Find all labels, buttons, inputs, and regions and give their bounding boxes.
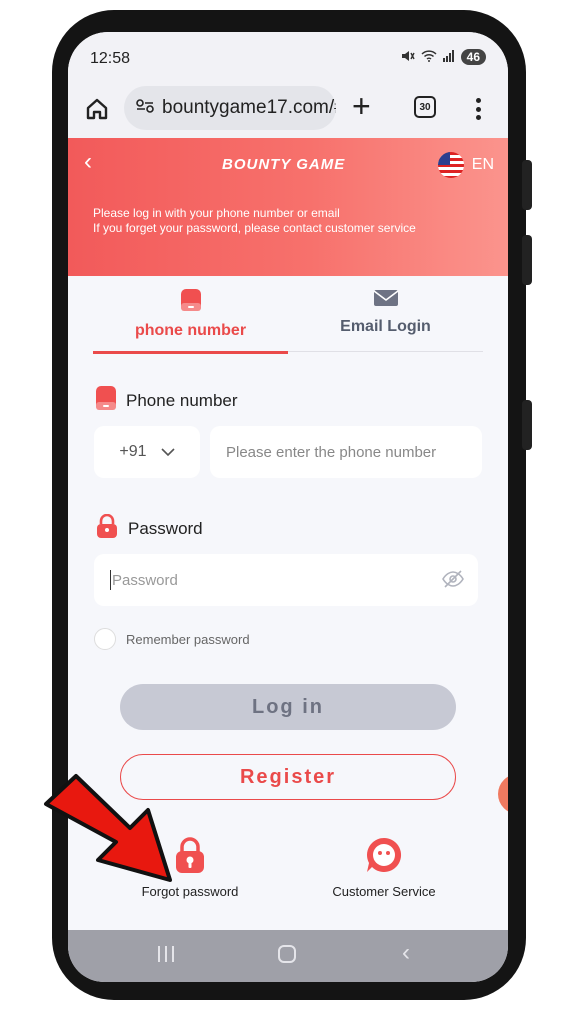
customer-service-link[interactable]: Customer Service bbox=[304, 836, 464, 899]
recent-apps-icon[interactable] bbox=[158, 946, 174, 962]
phone-field-label: Phone number bbox=[96, 386, 238, 415]
status-icons: 46 bbox=[401, 49, 486, 65]
password-input[interactable]: Password bbox=[94, 554, 478, 606]
status-time: 12:58 bbox=[90, 50, 131, 67]
tab-phone-label: phone number bbox=[134, 322, 247, 339]
password-field-label: Password bbox=[96, 513, 203, 543]
back-nav-icon[interactable]: ‹ bbox=[402, 939, 410, 967]
hide-password-icon[interactable] bbox=[442, 570, 464, 592]
battery-indicator: 46 bbox=[460, 49, 486, 65]
system-navigation-bar: ‹ bbox=[68, 930, 508, 982]
status-bar: 12:58 46 bbox=[68, 32, 508, 82]
phone-label-text: Phone number bbox=[126, 390, 238, 410]
chevron-down-icon bbox=[160, 443, 175, 461]
tab-email-login[interactable]: Email Login bbox=[288, 282, 483, 352]
country-code-value: +91 bbox=[119, 443, 147, 460]
tab-phone-number[interactable]: phone number bbox=[93, 282, 288, 354]
address-bar[interactable]: bountygame17.com/# bbox=[124, 86, 336, 130]
page-header: ‹ BOUNTY GAME EN Please log in with your… bbox=[68, 138, 508, 276]
text-cursor bbox=[110, 570, 111, 590]
back-icon[interactable]: ‹ bbox=[84, 148, 92, 176]
floating-service-bubble[interactable] bbox=[498, 774, 508, 814]
country-code-select[interactable]: +91 bbox=[94, 426, 200, 478]
site-settings-icon[interactable] bbox=[136, 98, 154, 118]
url-text: bountygame17.com/# bbox=[162, 97, 336, 118]
power-button bbox=[522, 400, 532, 450]
email-icon bbox=[288, 288, 483, 308]
phone-icon bbox=[93, 288, 288, 312]
brand-logo: BOUNTY GAME bbox=[222, 156, 346, 173]
volume-down-button bbox=[522, 235, 532, 285]
header-subtitle-2: If you forget your password, please cont… bbox=[93, 221, 416, 235]
lock-icon bbox=[96, 513, 118, 543]
remember-password-option[interactable]: Remember password bbox=[94, 628, 250, 650]
login-button[interactable]: Log in bbox=[120, 684, 456, 730]
header-subtitle-1: Please log in with your phone number or … bbox=[93, 206, 340, 220]
browser-menu-icon[interactable] bbox=[468, 94, 488, 124]
tab-email-label: Email Login bbox=[340, 318, 431, 335]
tab-switcher-button[interactable]: 30 bbox=[414, 96, 436, 118]
phone-icon bbox=[96, 386, 116, 415]
remember-password-label: Remember password bbox=[126, 631, 250, 647]
customer-service-label: Customer Service bbox=[332, 884, 436, 899]
us-flag-icon bbox=[437, 152, 464, 178]
wifi-icon bbox=[421, 49, 437, 65]
phone-input[interactable]: Please enter the phone number bbox=[210, 426, 482, 478]
login-method-tabs: phone number Email Login bbox=[93, 282, 483, 354]
language-selector[interactable]: EN bbox=[437, 152, 494, 178]
customer-service-icon bbox=[304, 836, 464, 874]
new-tab-icon[interactable]: + bbox=[352, 90, 371, 122]
password-label-text: Password bbox=[128, 518, 203, 538]
password-placeholder: Password bbox=[112, 571, 178, 589]
browser-toolbar: bountygame17.com/# + 30 bbox=[68, 82, 508, 138]
remember-password-radio[interactable] bbox=[94, 628, 116, 650]
language-label: EN bbox=[471, 156, 494, 173]
mute-icon bbox=[401, 50, 415, 65]
active-tab-indicator bbox=[93, 351, 288, 354]
volume-up-button bbox=[522, 160, 532, 210]
signal-icon bbox=[442, 49, 455, 65]
home-icon[interactable] bbox=[84, 96, 110, 122]
annotation-arrow-icon bbox=[38, 770, 188, 895]
home-button-icon[interactable] bbox=[278, 945, 296, 963]
